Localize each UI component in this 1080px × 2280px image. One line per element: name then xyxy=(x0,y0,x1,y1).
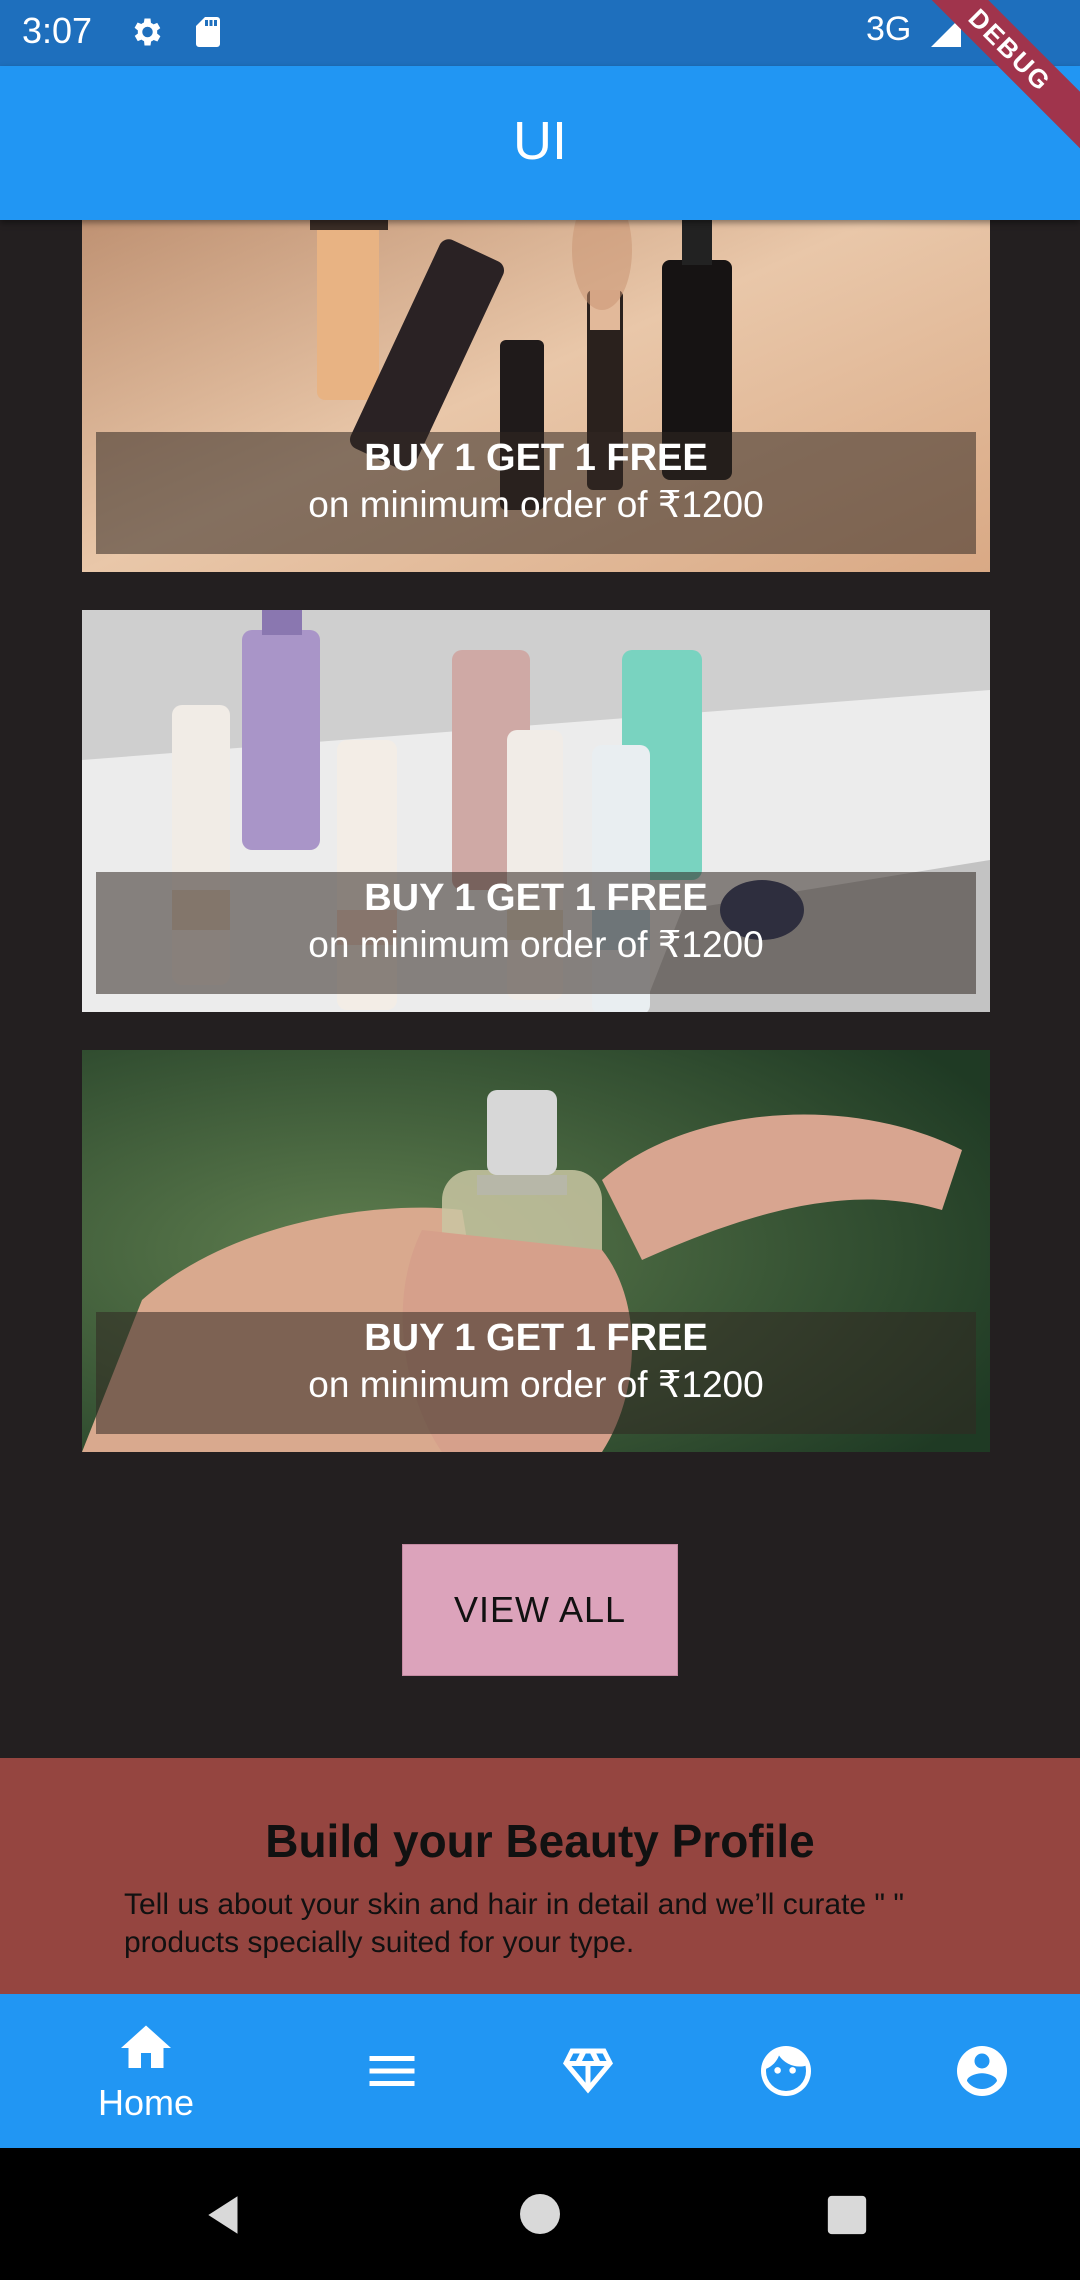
nav-diamond[interactable] xyxy=(490,1994,686,2148)
content-scroll[interactable]: BUY 1 GET 1 FREE on minimum order of ₹12… xyxy=(0,220,1080,1994)
offer-subtitle: on minimum order of ₹1200 xyxy=(308,484,764,525)
status-time: 3:07 xyxy=(22,10,93,51)
offer-card[interactable]: BUY 1 GET 1 FREE on minimum order of ₹12… xyxy=(82,220,990,572)
menu-icon xyxy=(369,2056,415,2086)
beauty-profile-description: Tell us about your skin and hair in deta… xyxy=(124,1888,905,1959)
account-icon xyxy=(957,2046,1007,2096)
offer-overlay: BUY 1 GET 1 FREE on minimum order of ₹12… xyxy=(96,872,976,994)
offer-title: BUY 1 GET 1 FREE xyxy=(364,1317,708,1359)
nav-account[interactable] xyxy=(884,1994,1080,2148)
sd-card-icon xyxy=(196,17,220,47)
home-icon xyxy=(121,2025,171,2068)
app-title: UI xyxy=(513,111,567,171)
offer-title: BUY 1 GET 1 FREE xyxy=(364,877,708,919)
face-icon xyxy=(761,2046,811,2096)
nav-face[interactable] xyxy=(688,1994,884,2148)
offer-title: BUY 1 GET 1 FREE xyxy=(364,437,708,479)
view-all-button[interactable]: VIEW ALL xyxy=(402,1544,678,1676)
beauty-profile-title: Build your Beauty Profile xyxy=(265,1815,815,1867)
offer-card[interactable]: BUY 1 GET 1 FREE on minimum order of ₹12… xyxy=(82,610,990,1012)
offer-overlay: BUY 1 GET 1 FREE on minimum order of ₹12… xyxy=(96,1312,976,1434)
system-navigation-bar xyxy=(0,2148,1080,2280)
recents-icon[interactable] xyxy=(824,2192,870,2238)
offer-overlay: BUY 1 GET 1 FREE on minimum order of ₹12… xyxy=(96,432,976,554)
nav-home-label: Home xyxy=(97,2082,195,2123)
app-bar: UI xyxy=(0,66,1080,220)
bottom-navigation: Home xyxy=(0,1994,1080,2148)
offer-card[interactable]: BUY 1 GET 1 FREE on minimum order of ₹12… xyxy=(82,1050,990,1452)
settings-icon xyxy=(134,18,161,46)
nav-menu[interactable] xyxy=(294,1994,490,2148)
diamond-icon xyxy=(563,2048,613,2094)
status-bar: 3:07 3G xyxy=(0,0,1080,66)
offer-subtitle: on minimum order of ₹1200 xyxy=(308,924,764,965)
nav-home[interactable]: Home xyxy=(48,1994,244,2148)
offer-subtitle: on minimum order of ₹1200 xyxy=(308,1364,764,1405)
home-button-icon[interactable] xyxy=(516,2190,564,2238)
network-type: 3G xyxy=(866,10,912,48)
back-icon[interactable] xyxy=(200,2190,250,2240)
beauty-profile-section[interactable]: Build your Beauty Profile Tell us about … xyxy=(0,1758,1080,1998)
